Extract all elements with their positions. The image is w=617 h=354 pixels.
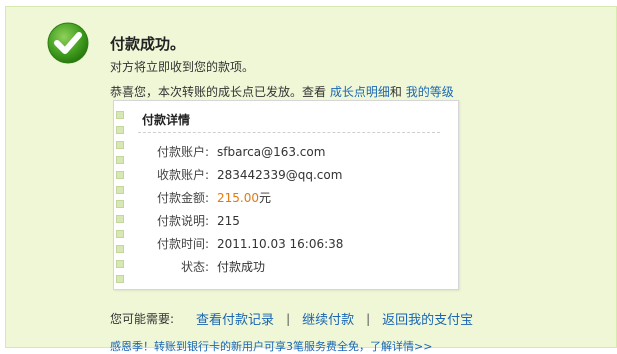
promo-banner-link[interactable]: 感恩季！转账到银行卡的新用户可享3笔服务费全免，了解详情>> (110, 338, 432, 354)
next-actions-label: 您可能需要: (110, 312, 175, 326)
decoration-dot (116, 274, 124, 283)
details-title: 付款详情 (142, 113, 191, 127)
page-title: 付款成功。 (110, 35, 186, 53)
amount-value: 215.00 (217, 191, 259, 205)
detail-row-time: 付款时间: 2011.10.03 16:06:38 (114, 236, 343, 252)
growth-detail-link[interactable]: 成长点明细 (330, 85, 390, 99)
status-value: 付款成功 (217, 260, 266, 274)
payment-details-card: 付款详情 付款账户: sfbarca@163.com 收款账户: 2834423… (113, 100, 459, 290)
next-actions: 您可能需要: 查看付款记录 | 继续付款 | 返回我的支付宝 (110, 309, 473, 329)
detail-value: 215.00元 (217, 190, 271, 206)
continue-payment-link[interactable]: 继续付款 (302, 309, 354, 328)
separator: | (366, 311, 371, 326)
detail-row-memo: 付款说明: 215 (114, 213, 240, 229)
decoration-dot (116, 125, 124, 134)
detail-label: 状态: (180, 260, 209, 274)
detail-value: sfbarca@163.com (217, 145, 326, 159)
view-payment-records-link[interactable]: 查看付款记录 (196, 309, 274, 328)
decoration-dot (116, 111, 124, 119)
detail-row-payer: 付款账户: sfbarca@163.com (114, 144, 325, 160)
return-to-alipay-link[interactable]: 返回我的支付宝 (382, 309, 473, 328)
growth-text: 恭喜您，本次转账的成长点已发放。查看 (110, 85, 327, 99)
detail-row-amount: 付款金额: 215.00元 (114, 190, 271, 206)
growth-conj: 和 (389, 85, 402, 99)
amount-unit: 元 (259, 191, 272, 205)
status-subtitle: 对方将立即收到您的款项。 (110, 60, 255, 74)
detail-label: 付款时间: (156, 237, 209, 251)
detail-value: 215 (217, 214, 240, 228)
growth-notice: 恭喜您，本次转账的成长点已发放。查看 成长点明细和 我的等级 (110, 83, 454, 100)
detail-label: 付款账户: (156, 145, 209, 159)
detail-row-status: 状态: 付款成功 (114, 259, 265, 275)
separator: | (286, 311, 291, 326)
detail-label: 付款金额: (156, 191, 209, 205)
divider (138, 132, 440, 133)
detail-row-payee: 收款账户: 283442339@qq.com (114, 167, 342, 183)
detail-label: 收款账户: (156, 168, 209, 182)
success-check-icon (47, 22, 89, 64)
detail-value: 283442339@qq.com (217, 168, 343, 182)
detail-value: 2011.10.03 16:06:38 (217, 237, 344, 251)
detail-label: 付款说明: (156, 214, 209, 228)
my-level-link[interactable]: 我的等级 (406, 85, 454, 99)
